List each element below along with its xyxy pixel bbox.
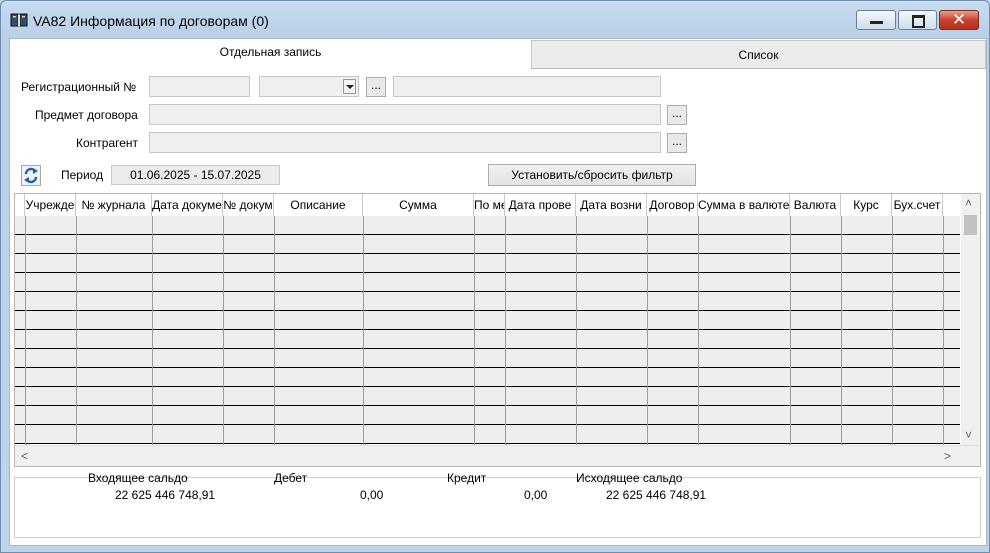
counterparty-label: Контрагент (76, 136, 139, 150)
window-title: VA82 Информация по договорам (0) (33, 13, 269, 29)
table-row[interactable] (15, 330, 960, 349)
opening-balance-value: 22 625 446 748,91 (115, 488, 216, 502)
close-button[interactable]: ✕ (939, 10, 979, 30)
column-divider (576, 216, 577, 446)
scroll-right-icon[interactable]: > (944, 449, 951, 463)
records-table: Учрежде № журнала Дата докуме № докум Оп… (14, 193, 981, 467)
scroll-down-icon[interactable]: ˅ (965, 428, 972, 442)
table-row[interactable] (15, 387, 960, 406)
application-window: VA82 Информация по договорам (0) ✕ Отдел… (0, 0, 990, 553)
column-divider (892, 216, 893, 446)
table-row[interactable] (15, 425, 960, 444)
period-label: Период (61, 168, 104, 182)
column-divider (841, 216, 842, 446)
closing-balance-value: 22 625 446 748,91 (606, 488, 707, 502)
opening-balance-label: Входящее сальдо (88, 471, 188, 485)
column-header[interactable]: Сумма в валюте (698, 194, 790, 216)
scroll-left-icon[interactable]: < (21, 449, 28, 463)
row-indicator-header (15, 194, 25, 216)
vertical-scrollbar[interactable]: ˄ ˅ (961, 194, 980, 445)
column-header[interactable]: Описание (274, 194, 363, 216)
refresh-icon (24, 167, 38, 184)
table-row[interactable] (15, 235, 960, 254)
column-header[interactable]: По ме (474, 194, 505, 216)
column-divider (363, 216, 364, 446)
book-icon (10, 13, 28, 27)
column-header[interactable]: Учрежде (25, 194, 76, 216)
set-reset-filter-button[interactable]: Установить/сбросить фильтр (488, 164, 696, 186)
counterparty-input[interactable] (149, 132, 661, 153)
table-row[interactable] (15, 216, 960, 235)
subject-browse-button[interactable]: ... (667, 105, 687, 125)
table-row[interactable] (15, 292, 960, 311)
reg-browse-button[interactable]: ... (366, 77, 386, 97)
reg-number-input[interactable] (149, 76, 250, 97)
column-divider (790, 216, 791, 446)
table-row[interactable] (15, 273, 960, 292)
horizontal-scrollbar[interactable]: < > (15, 445, 980, 466)
table-body (15, 216, 960, 446)
column-divider (274, 216, 275, 446)
credit-label: Кредит (447, 471, 487, 485)
refresh-button[interactable] (21, 165, 41, 186)
reg-type-select[interactable] (259, 76, 359, 97)
client-area: Отдельная запись Список Регистрационный … (9, 38, 987, 546)
scroll-up-icon[interactable]: ˄ (965, 196, 972, 210)
column-header[interactable]: Курс (841, 194, 892, 216)
column-divider (698, 216, 699, 446)
debit-value: 0,00 (360, 488, 384, 502)
counterparty-browse-button[interactable]: ... (667, 133, 687, 153)
totals-panel: Входящее сальдо 22 625 446 748,91 Дебет … (14, 471, 981, 538)
chevron-down-icon (343, 79, 356, 94)
table-row[interactable] (15, 254, 960, 273)
credit-value: 0,00 (524, 488, 548, 502)
column-divider (943, 216, 944, 446)
column-header[interactable]: Договор (647, 194, 698, 216)
maximize-button[interactable] (898, 10, 937, 30)
column-header[interactable]: Валюта (790, 194, 841, 216)
table-row[interactable] (15, 368, 960, 387)
column-header[interactable]: Сумма (363, 194, 474, 216)
debit-label: Дебет (274, 471, 308, 485)
close-icon: ✕ (951, 10, 967, 29)
tab-list[interactable]: Список (531, 40, 986, 69)
scroll-thumb[interactable] (964, 215, 977, 235)
table-row[interactable] (15, 311, 960, 330)
column-header[interactable]: Дата докуме (152, 194, 223, 216)
table-row[interactable] (15, 406, 960, 425)
column-header[interactable]: Дата возни (576, 194, 647, 216)
table-row[interactable] (15, 349, 960, 368)
column-divider (474, 216, 475, 446)
column-header[interactable]: № журнала (76, 194, 152, 216)
column-divider (25, 216, 26, 446)
tab-single-record[interactable]: Отдельная запись (10, 39, 531, 68)
closing-balance-label: Исходящее сальдо (576, 471, 683, 485)
reg-number-label: Регистрационный № (21, 80, 137, 94)
column-header[interactable]: Дата прове (505, 194, 576, 216)
column-divider (152, 216, 153, 446)
column-header[interactable]: Бух.счет (892, 194, 943, 216)
column-divider (76, 216, 77, 446)
table-header: Учрежде № журнала Дата докуме № докум Оп… (15, 194, 960, 217)
column-divider (223, 216, 224, 446)
column-divider (505, 216, 506, 446)
reg-name-input[interactable] (393, 76, 661, 97)
subject-input[interactable] (149, 104, 661, 125)
minimize-button[interactable] (856, 10, 896, 30)
column-divider (647, 216, 648, 446)
column-header[interactable]: № докум (223, 194, 274, 216)
subject-label: Предмет договора (35, 108, 138, 122)
period-field[interactable]: 01.06.2025 - 15.07.2025 (111, 165, 280, 185)
